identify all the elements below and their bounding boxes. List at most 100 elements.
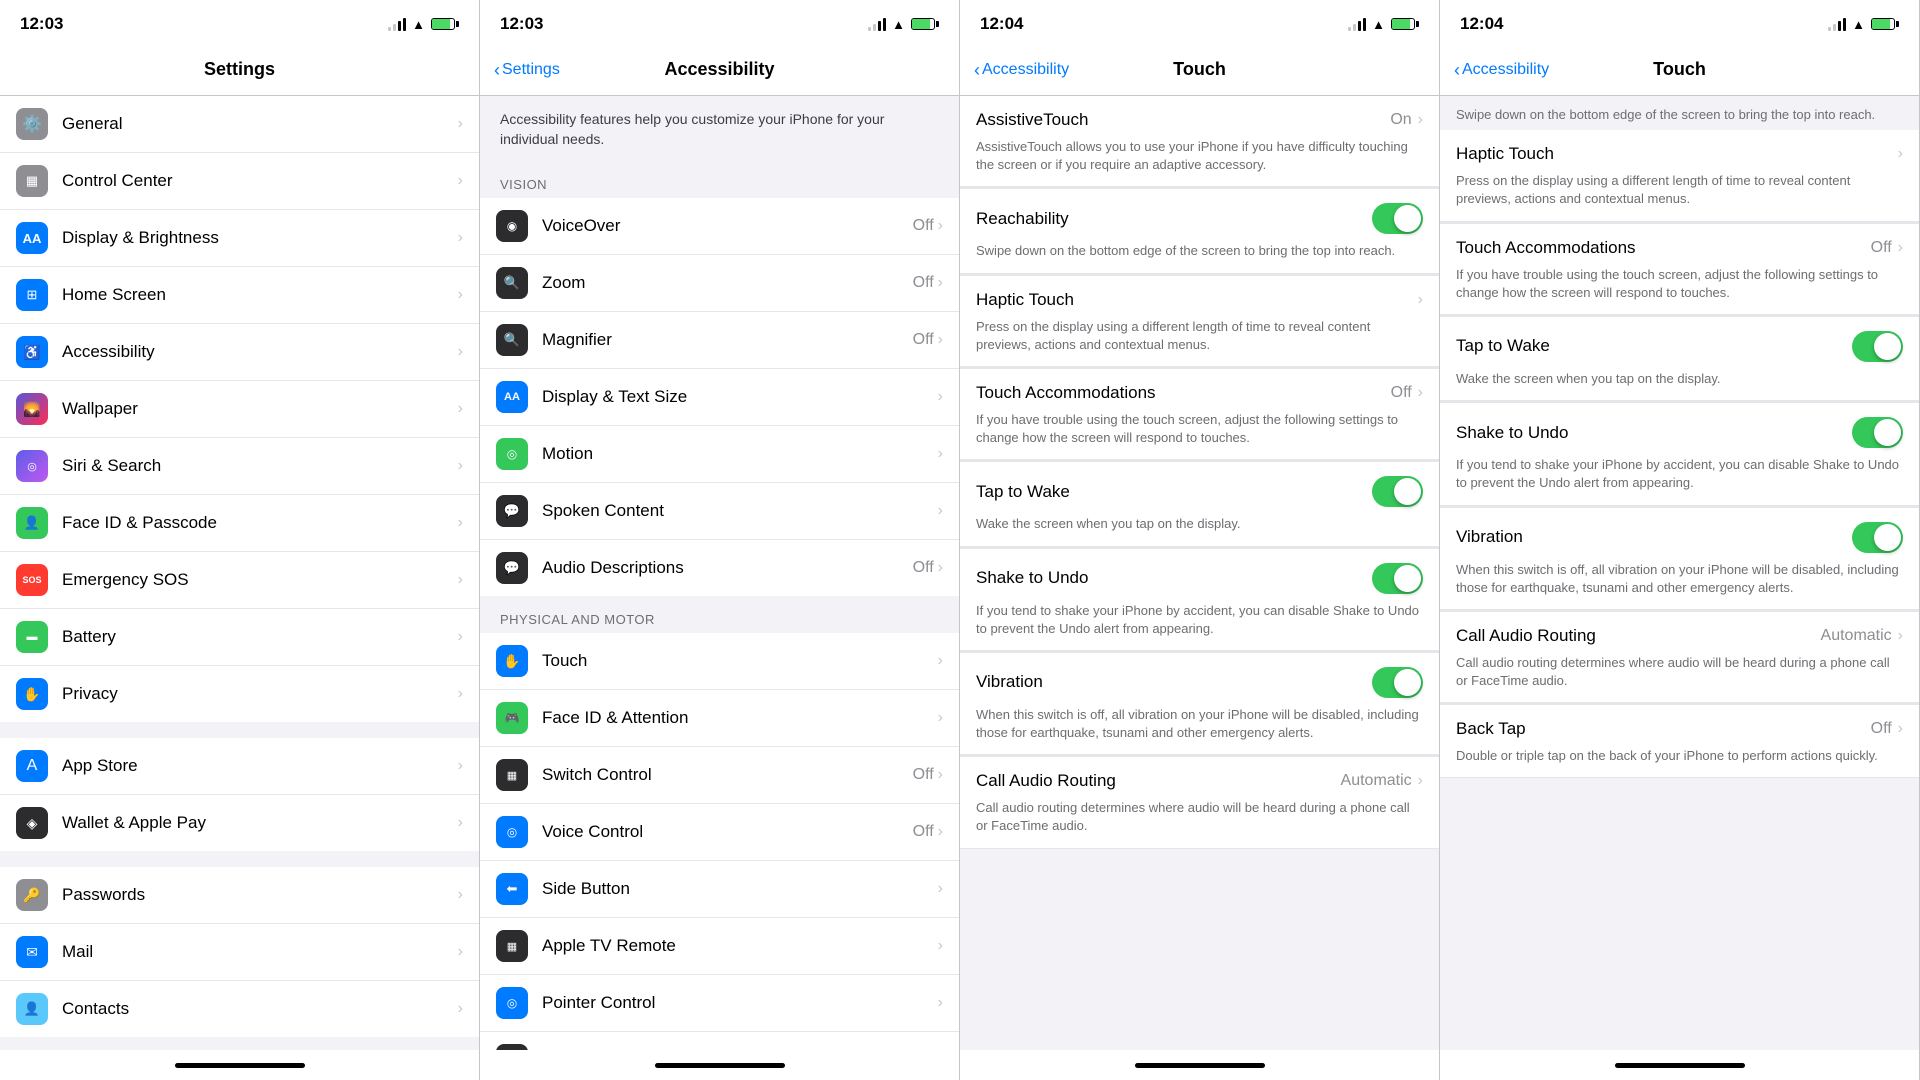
item-display-text-size[interactable]: AA Display & Text Size › xyxy=(480,369,959,426)
display-text-icon: AA xyxy=(496,381,528,413)
vibration-desc: When this switch is off, all vibration o… xyxy=(960,706,1439,754)
vibration-toggle[interactable] xyxy=(1372,667,1423,698)
shake-undo-desc-2: If you tend to shake your iPhone by acci… xyxy=(1440,456,1919,504)
home-screen-icon: ⊞ xyxy=(16,279,48,311)
motion-icon: ◎ xyxy=(496,438,528,470)
item-side-button[interactable]: ⬅ Side Button › xyxy=(480,861,959,918)
haptic-desc: Press on the display using a different l… xyxy=(960,318,1439,366)
nav-bar-2: ‹ Settings Accessibility xyxy=(480,44,959,96)
back-to-settings[interactable]: ‹ Settings xyxy=(494,61,560,79)
touch-item-haptic-2: Haptic Touch › Press on the display usin… xyxy=(1440,130,1919,221)
accessibility-list[interactable]: Accessibility features help you customiz… xyxy=(480,96,959,1050)
touch-item-vibration: Vibration When this switch is off, all v… xyxy=(960,653,1439,755)
item-switch-control[interactable]: ▦ Switch Control Off› xyxy=(480,747,959,804)
shake-undo-header[interactable]: Shake to Undo xyxy=(960,549,1439,602)
screen-accessibility: 12:03 ▲ ‹ Settings Accessibility Accessi… xyxy=(480,0,960,1080)
tap-wake-header[interactable]: Tap to Wake xyxy=(960,462,1439,515)
reachability-header[interactable]: Reachability xyxy=(960,189,1439,242)
item-privacy[interactable]: ✋ Privacy › xyxy=(0,666,479,722)
item-touch[interactable]: ✋ Touch › xyxy=(480,633,959,690)
time-4: 12:04 xyxy=(1460,14,1503,34)
back-to-accessibility-4[interactable]: ‹ Accessibility xyxy=(1454,61,1549,79)
item-faceid-passcode[interactable]: 👤 Face ID & Passcode › xyxy=(0,495,479,552)
item-home-screen[interactable]: ⊞ Home Screen › xyxy=(0,267,479,324)
touch-item-back-tap: Back Tap Off › Double or triple tap on t… xyxy=(1440,705,1919,778)
status-bar-3: 12:04 ▲ xyxy=(960,0,1439,44)
battery-icon-4 xyxy=(1871,18,1899,30)
shake-undo-header-2[interactable]: Shake to Undo xyxy=(1440,403,1919,456)
item-zoom[interactable]: 🔍 Zoom Off› xyxy=(480,255,959,312)
status-bar-1: 12:03 ▲ xyxy=(0,0,479,44)
item-battery[interactable]: ▬ Battery › xyxy=(0,609,479,666)
item-magnifier[interactable]: 🔍 Magnifier Off› xyxy=(480,312,959,369)
touch-section-haptic: Haptic Touch › Press on the display usin… xyxy=(960,276,1439,367)
zoom-icon: 🔍 xyxy=(496,267,528,299)
accommodations-header-2[interactable]: Touch Accommodations Off › xyxy=(1440,224,1919,266)
vibration-header[interactable]: Vibration xyxy=(960,653,1439,706)
item-wallpaper[interactable]: 🌄 Wallpaper › xyxy=(0,381,479,438)
tap-wake-toggle-2[interactable] xyxy=(1852,331,1903,362)
touch-section-back-tap: Back Tap Off › Double or triple tap on t… xyxy=(1440,705,1919,778)
wifi-icon-3: ▲ xyxy=(1372,17,1385,32)
signal-icon-1 xyxy=(388,17,406,31)
shake-undo-toggle-2[interactable] xyxy=(1852,417,1903,448)
item-voiceover[interactable]: ◉ VoiceOver Off› xyxy=(480,198,959,255)
touch-list-scrolled[interactable]: Swipe down on the bottom edge of the scr… xyxy=(1440,96,1919,1050)
passwords-icon: 🔑 xyxy=(16,879,48,911)
accommodations-header[interactable]: Touch Accommodations Off › xyxy=(960,369,1439,411)
item-faceid-attention[interactable]: 🎮 Face ID & Attention › xyxy=(480,690,959,747)
section-physical-label: PHYSICAL AND MOTOR xyxy=(480,596,959,633)
back-tap-header[interactable]: Back Tap Off › xyxy=(1440,705,1919,747)
touch-item-accommodations: Touch Accommodations Off › If you have t… xyxy=(960,369,1439,460)
home-bar-1 xyxy=(175,1063,305,1068)
item-general[interactable]: ⚙️ General › xyxy=(0,96,479,153)
touch-list[interactable]: AssistiveTouch On › AssistiveTouch allow… xyxy=(960,96,1439,1050)
item-apple-tv-remote[interactable]: ▦ Apple TV Remote › xyxy=(480,918,959,975)
call-audio-header[interactable]: Call Audio Routing Automatic › xyxy=(960,757,1439,799)
apple-tv-remote-icon: ▦ xyxy=(496,930,528,962)
status-bar-2: 12:03 ▲ xyxy=(480,0,959,44)
touch-item-vibration-2: Vibration When this switch is off, all v… xyxy=(1440,508,1919,610)
vibration-header-2[interactable]: Vibration xyxy=(1440,508,1919,561)
item-motion[interactable]: ◎ Motion › xyxy=(480,426,959,483)
nav-bar-3: ‹ Accessibility Touch xyxy=(960,44,1439,96)
haptic-header-2[interactable]: Haptic Touch › xyxy=(1440,130,1919,172)
touch-item-reachability: Reachability Swipe down on the bottom ed… xyxy=(960,189,1439,273)
tap-wake-header-2[interactable]: Tap to Wake xyxy=(1440,317,1919,370)
app-store-icon: A xyxy=(16,750,48,782)
vibration-toggle-2[interactable] xyxy=(1852,522,1903,553)
vibration-desc-2: When this switch is off, all vibration o… xyxy=(1440,561,1919,609)
item-contacts[interactable]: 👤 Contacts › xyxy=(0,981,479,1037)
side-button-icon: ⬅ xyxy=(496,873,528,905)
item-app-store[interactable]: A App Store › xyxy=(0,738,479,795)
assistivetouch-header[interactable]: AssistiveTouch On › xyxy=(960,96,1439,138)
item-audio-descriptions[interactable]: 💬 Audio Descriptions Off› xyxy=(480,540,959,596)
haptic-header[interactable]: Haptic Touch › xyxy=(960,276,1439,318)
home-bar-3 xyxy=(1135,1063,1265,1068)
item-pointer-control[interactable]: ◎ Pointer Control › xyxy=(480,975,959,1032)
touch-section-vibration: Vibration When this switch is off, all v… xyxy=(960,653,1439,755)
nav-bar-1: Settings xyxy=(0,44,479,96)
back-to-accessibility-3[interactable]: ‹ Accessibility xyxy=(974,61,1069,79)
touch-section-vibration-2: Vibration When this switch is off, all v… xyxy=(1440,508,1919,610)
item-keyboards[interactable]: ⌨ Keyboards › xyxy=(480,1032,959,1050)
faceid-attention-icon: 🎮 xyxy=(496,702,528,734)
tap-wake-desc: Wake the screen when you tap on the disp… xyxy=(960,515,1439,545)
reachability-toggle[interactable] xyxy=(1372,203,1423,234)
item-voice-control[interactable]: ◎ Voice Control Off› xyxy=(480,804,959,861)
item-passwords[interactable]: 🔑 Passwords › xyxy=(0,867,479,924)
item-mail[interactable]: ✉ Mail › xyxy=(0,924,479,981)
item-siri-search[interactable]: ◎ Siri & Search › xyxy=(0,438,479,495)
settings-list-1[interactable]: ⚙️ General › ▦ Control Center › AA Displ… xyxy=(0,96,479,1050)
tap-wake-toggle[interactable] xyxy=(1372,476,1423,507)
touch-item-accommodations-2: Touch Accommodations Off › If you have t… xyxy=(1440,224,1919,315)
item-spoken-content[interactable]: 💬 Spoken Content › xyxy=(480,483,959,540)
mail-icon: ✉ xyxy=(16,936,48,968)
item-emergency-sos[interactable]: SOS Emergency SOS › xyxy=(0,552,479,609)
item-accessibility[interactable]: ♿ Accessibility › xyxy=(0,324,479,381)
call-audio-header-2[interactable]: Call Audio Routing Automatic › xyxy=(1440,612,1919,654)
item-control-center[interactable]: ▦ Control Center › xyxy=(0,153,479,210)
shake-undo-toggle[interactable] xyxy=(1372,563,1423,594)
item-wallet[interactable]: ◈ Wallet & Apple Pay › xyxy=(0,795,479,851)
item-display-brightness[interactable]: AA Display & Brightness › xyxy=(0,210,479,267)
